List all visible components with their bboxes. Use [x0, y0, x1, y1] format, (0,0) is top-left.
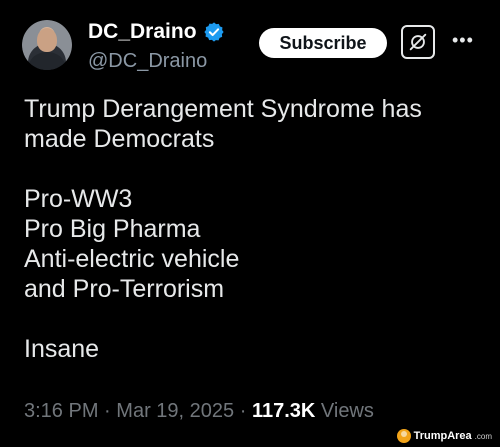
tweet-date[interactable]: Mar 19, 2025	[116, 400, 234, 422]
watermark: TrumpArea .com	[396, 429, 492, 443]
views-label: Views	[320, 400, 374, 422]
tweet-line: and Pro-Terrorism	[24, 275, 225, 303]
display-name[interactable]: DC_Draino	[88, 20, 197, 44]
avatar-head	[37, 28, 57, 52]
tweet-line: made Democrats	[24, 125, 215, 153]
grok-icon	[409, 33, 427, 51]
tweet-text: Trump Derangement Syndrome has made Demo…	[24, 94, 484, 364]
watermark-logo-icon	[396, 429, 411, 443]
name-row: DC_Draino	[88, 20, 225, 44]
views-count: 117.3K	[251, 400, 316, 422]
watermark-suffix: .com	[474, 431, 492, 441]
handle[interactable]: @DC_Draino	[88, 50, 207, 73]
grok-button[interactable]	[401, 25, 435, 59]
verified-badge-icon	[203, 22, 224, 42]
tweet-line: Pro Big Pharma	[24, 215, 201, 243]
meta-separator: ·	[239, 400, 247, 422]
more-icon[interactable]: •••	[452, 30, 474, 51]
meta-separator: ·	[104, 400, 111, 422]
tweet-time[interactable]: 3:16 PM	[24, 400, 98, 422]
tweet-line: Pro-WW3	[24, 185, 133, 213]
tweet-line: Insane	[24, 335, 100, 363]
watermark-text: TrumpArea	[413, 430, 472, 442]
tweet-meta: 3:16 PM · Mar 19, 2025 · 117.3K Views	[24, 400, 374, 423]
avatar-body	[29, 52, 65, 70]
tweet-line: Anti-electric vehicle	[24, 245, 240, 273]
subscribe-button[interactable]: Subscribe	[259, 28, 387, 58]
tweet-line: Trump Derangement Syndrome has	[24, 95, 422, 123]
avatar[interactable]	[22, 20, 72, 70]
